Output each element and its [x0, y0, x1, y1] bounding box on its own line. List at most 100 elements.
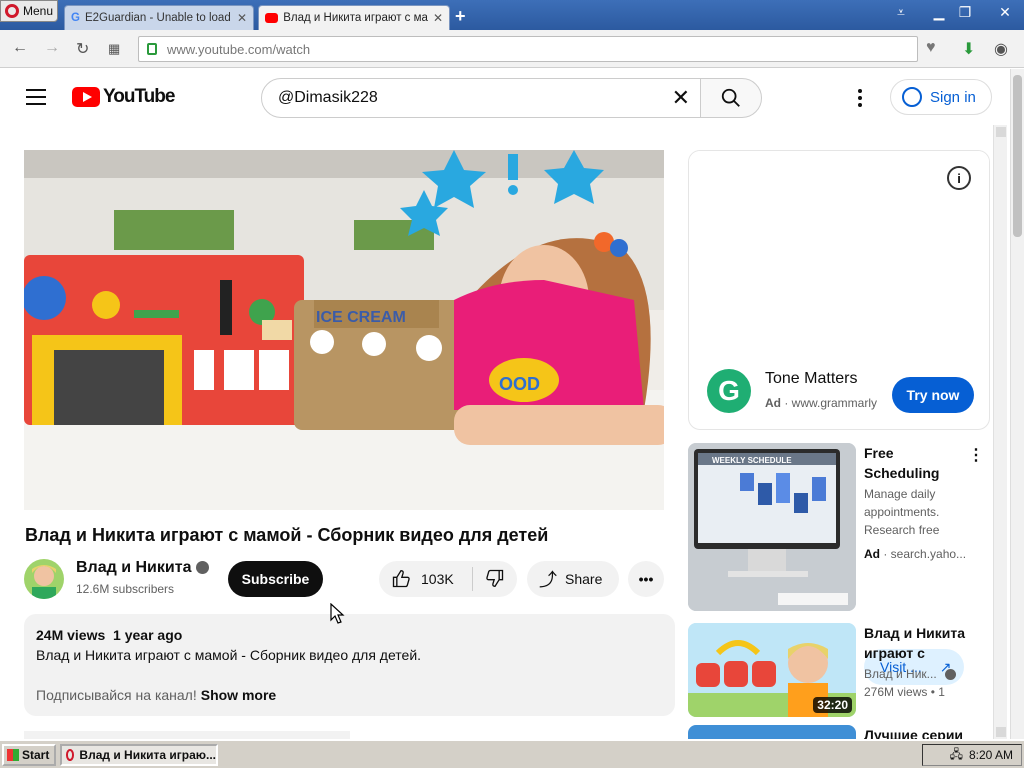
forward-icon[interactable]: →	[44, 39, 60, 57]
search-button[interactable]	[700, 78, 762, 118]
youtube-logo[interactable]: YouTube	[72, 86, 175, 108]
windows-logo-icon	[7, 749, 19, 761]
person-icon	[902, 87, 922, 107]
video-frame: ICE CREAM OOD	[24, 150, 664, 510]
dislike-button[interactable]	[473, 568, 505, 591]
view-meta: 24M views 1 year ago	[36, 625, 663, 645]
video-thumbnail: 32:20	[688, 623, 856, 717]
subscriber-count: 12.6M subscribers	[76, 582, 175, 596]
google-icon: G	[71, 12, 80, 24]
more-horizontal-icon: •••	[638, 571, 654, 587]
like-count: 103K	[421, 571, 454, 587]
description-line-1: Влад и Никита играют с мамой - Сборник в…	[36, 647, 422, 663]
sign-in-label: Sign in	[930, 88, 976, 106]
heart-icon[interactable]: ♥	[926, 39, 936, 57]
tab-youtube[interactable]: Влад и Никита играют с ма ✕	[258, 5, 450, 30]
account-icon[interactable]: ◉	[994, 39, 1008, 59]
youtube-page: YouTube @Dimasik228 ✕ Sign in ICE CREAM …	[0, 69, 1010, 739]
start-label: Start	[22, 748, 50, 762]
system-tray: 🖧 8:20 AM	[922, 744, 1022, 766]
verified-icon	[196, 561, 210, 575]
ad-thumbnail: WEEKLY SCHEDULE	[688, 443, 856, 611]
ad-badge: Ad	[864, 547, 880, 561]
scroll-up-arrow-icon[interactable]	[996, 127, 1006, 137]
menu-label: Menu	[23, 4, 54, 18]
windows-taskbar: Start Влад и Никита играю... 🖧 8:20 AM	[0, 739, 1024, 768]
recommended-video[interactable]: 32:20 Влад и Никита играют с Влад и Ник.…	[688, 623, 988, 717]
youtube-header: YouTube @Dimasik228 ✕ Sign in	[0, 69, 1010, 125]
close-window-button[interactable]: ✕	[992, 2, 1018, 22]
share-button[interactable]: ⤴ Share	[527, 561, 619, 597]
ad-card-desc-1: Manage daily	[864, 487, 936, 501]
clock[interactable]: 8:20 AM	[969, 748, 1013, 762]
back-icon[interactable]: ←	[12, 39, 28, 57]
search-input[interactable]: @Dimasik228 ✕	[261, 78, 701, 118]
sidebar-ad[interactable]: i G Tone Matters Ad · www.grammarly.com …	[688, 150, 990, 430]
ad-url: www.grammarly.com	[791, 396, 877, 410]
share-label: Share	[565, 571, 603, 587]
rec-title: Влад и Никита играют с	[864, 625, 966, 661]
close-icon[interactable]: ✕	[237, 11, 247, 25]
scroll-down-arrow-icon[interactable]	[996, 727, 1006, 737]
taskbar-item-label: Влад и Никита играю...	[79, 748, 216, 762]
avatar-image	[32, 565, 56, 599]
start-button[interactable]: Start	[2, 744, 56, 766]
address-bar[interactable]: www.youtube.com/watch	[138, 36, 918, 62]
opera-icon	[5, 4, 19, 18]
lock-icon	[147, 43, 157, 55]
speed-dial-icon[interactable]: ▦	[108, 41, 120, 57]
view-count: 24M views	[36, 627, 106, 643]
logo-text: YouTube	[103, 86, 175, 107]
new-tab-button[interactable]: +	[455, 6, 466, 27]
tab-e2guardian[interactable]: G E2Guardian - Unable to load ✕	[64, 5, 254, 30]
subscribe-button[interactable]: Subscribe	[228, 561, 323, 597]
close-icon[interactable]: ✕	[433, 11, 443, 25]
tab-label: Влад и Никита играют с ма	[283, 12, 428, 24]
thumbs-down-icon	[486, 569, 504, 587]
comment-placeholder	[24, 731, 350, 739]
ice-cream-label: ICE CREAM	[316, 309, 406, 326]
show-more-button[interactable]: Show more	[201, 685, 276, 705]
sign-in-button[interactable]: Sign in	[890, 79, 992, 115]
try-now-button[interactable]: Try now	[892, 377, 974, 413]
ad-media	[689, 151, 989, 351]
ad-card-desc-2: appointments.	[864, 505, 940, 519]
shirt-text: OOD	[499, 374, 540, 394]
video-thumbnail	[688, 725, 856, 739]
url-text: www.youtube.com/watch	[167, 41, 311, 57]
description-box[interactable]: 24M views 1 year ago Влад и Никита играю…	[24, 614, 675, 716]
scrollbar-thumb[interactable]	[1013, 75, 1022, 237]
upload-age: 1 year ago	[113, 627, 183, 643]
hamburger-menu-icon[interactable]	[26, 89, 46, 110]
opera-menu-button[interactable]: Menu	[0, 0, 58, 22]
browser-tab-bar: Menu G E2Guardian - Unable to load ✕ Вла…	[0, 0, 1024, 30]
channel-name[interactable]: Влад и Никита	[76, 559, 210, 577]
tab-menu-icon[interactable]: ⩡	[888, 2, 914, 22]
opera-icon	[66, 749, 75, 761]
grammarly-logo-icon: G	[707, 369, 751, 413]
like-button[interactable]: 103K	[379, 567, 473, 591]
download-icon[interactable]: ⬇	[962, 39, 975, 59]
share-icon: ⤴	[539, 570, 557, 590]
more-actions-button[interactable]: •••	[628, 561, 664, 597]
minimize-button[interactable]: ▁	[926, 2, 952, 22]
channel-avatar[interactable]	[24, 559, 64, 599]
youtube-play-icon	[72, 87, 100, 107]
settings-more-icon[interactable]	[858, 89, 862, 110]
page-scrollbar[interactable]	[1010, 69, 1024, 739]
reload-icon[interactable]: ↻	[76, 39, 89, 59]
ad-title: Tone Matters	[765, 370, 858, 387]
network-icon[interactable]: 🖧	[950, 745, 963, 766]
video-player[interactable]: ICE CREAM OOD	[24, 150, 664, 510]
maximize-button[interactable]: ❐	[952, 2, 978, 22]
clear-search-icon[interactable]: ✕	[672, 85, 690, 111]
sidebar-ad-card[interactable]: WEEKLY SCHEDULE Free Scheduling ⋮ Manage…	[688, 443, 988, 685]
channel-name-text: Влад и Никита	[76, 559, 192, 576]
more-vertical-icon[interactable]: ⋮	[968, 445, 984, 465]
search-icon	[721, 88, 740, 107]
recommended-video-2[interactable]: Лучшие серии	[688, 725, 988, 739]
info-icon[interactable]: i	[947, 166, 971, 190]
ad-badge: Ad	[765, 396, 781, 410]
taskbar-item-opera[interactable]: Влад и Никита играю...	[60, 744, 218, 766]
inner-scrollbar[interactable]	[993, 125, 1007, 739]
